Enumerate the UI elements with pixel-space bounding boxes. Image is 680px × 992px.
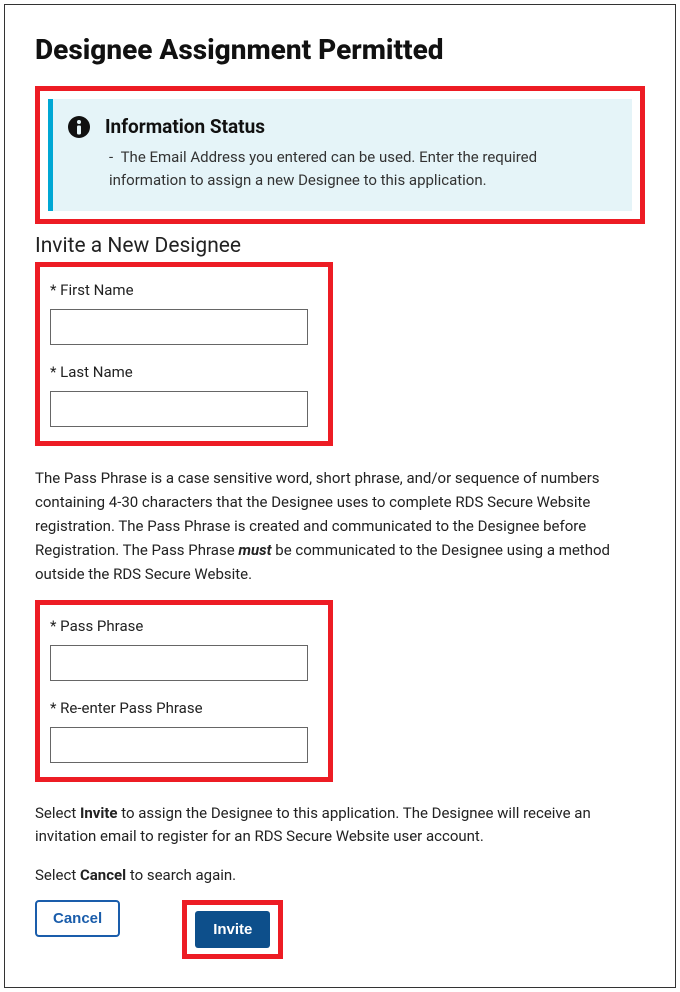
instr2-strong: Cancel	[80, 866, 126, 884]
page-title: Designee Assignment Permitted	[35, 33, 645, 66]
passphrase-desc-emph: must	[238, 541, 271, 559]
invite-section-title: Invite a New Designee	[35, 234, 645, 258]
first-name-label: * First Name	[50, 281, 314, 299]
button-row: Cancel Invite	[35, 900, 645, 959]
invite-button[interactable]: Invite	[195, 911, 270, 948]
info-icon	[67, 115, 91, 139]
last-name-label: * Last Name	[50, 363, 314, 381]
cancel-button[interactable]: Cancel	[35, 900, 120, 937]
passphrase-group: * Pass Phrase	[50, 617, 314, 681]
instr1-post: to assign the Designee to this applicati…	[35, 804, 591, 845]
passphrase-label: * Pass Phrase	[50, 617, 314, 635]
page-container: Designee Assignment Permitted Informatio…	[4, 4, 676, 988]
instr1-strong: Invite	[80, 804, 118, 822]
info-message-text: The Email Address you entered can be use…	[109, 148, 537, 189]
passphrase-input[interactable]	[50, 645, 308, 681]
info-status-title: Information Status	[105, 115, 618, 138]
passphrase-description: The Pass Phrase is a case sensitive word…	[35, 466, 645, 586]
cancel-instruction: Select Cancel to search again.	[35, 866, 645, 884]
name-fields-highlight: * First Name * Last Name	[35, 262, 333, 446]
last-name-input[interactable]	[50, 391, 308, 427]
instr1-pre: Select	[35, 804, 80, 822]
reenter-passphrase-label: * Re-enter Pass Phrase	[50, 699, 314, 717]
instr2-pre: Select	[35, 866, 80, 884]
passphrase-fields-highlight: * Pass Phrase * Re-enter Pass Phrase	[35, 600, 333, 782]
info-box-highlight: Information Status - The Email Address y…	[35, 86, 645, 224]
info-status-message: - The Email Address you entered can be u…	[105, 146, 618, 193]
invite-instruction: Select Invite to assign the Designee to …	[35, 802, 645, 849]
info-content: Information Status - The Email Address y…	[105, 115, 618, 193]
info-dash: -	[109, 148, 113, 166]
last-name-group: * Last Name	[50, 363, 314, 427]
info-status-box: Information Status - The Email Address y…	[48, 99, 632, 211]
first-name-input[interactable]	[50, 309, 308, 345]
reenter-passphrase-input[interactable]	[50, 727, 308, 763]
invite-button-highlight: Invite	[182, 900, 283, 959]
info-icon-wrap	[67, 115, 91, 193]
reenter-passphrase-group: * Re-enter Pass Phrase	[50, 699, 314, 763]
first-name-group: * First Name	[50, 281, 314, 345]
instr2-post: to search again.	[126, 866, 236, 884]
